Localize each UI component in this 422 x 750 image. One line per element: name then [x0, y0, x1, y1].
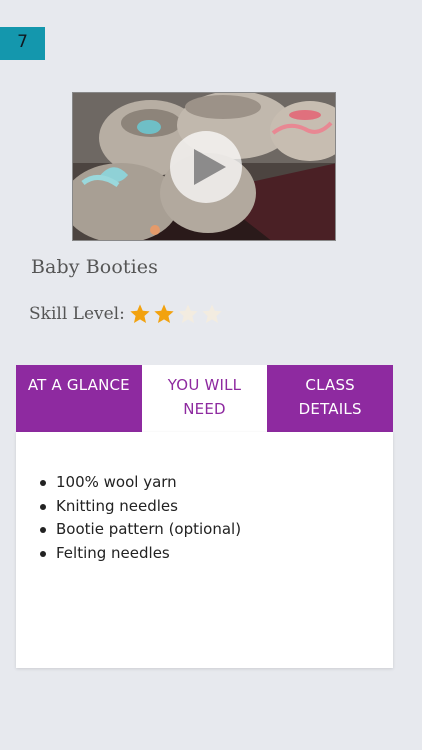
tab-you-will-need[interactable]: YOU WILL NEED — [141, 365, 268, 432]
video-thumbnail[interactable] — [72, 92, 336, 241]
tab-label: CLASS DETAILS — [298, 376, 362, 418]
page-number-badge: 7 — [0, 27, 45, 60]
star-empty-icon — [202, 304, 222, 323]
tab-class-details[interactable]: CLASS DETAILS — [267, 365, 393, 432]
play-icon — [194, 149, 226, 185]
you-will-need-panel: 100% wool yarn Knitting needles Bootie p… — [16, 432, 393, 668]
star-icon — [130, 304, 150, 323]
tab-label: AT A GLANCE — [27, 376, 130, 394]
page-number: 7 — [17, 31, 28, 52]
list-item: 100% wool yarn — [40, 471, 241, 495]
list-item: Felting needles — [40, 542, 241, 566]
skill-level-label: Skill Level: — [29, 304, 125, 324]
star-icon — [154, 304, 174, 323]
tab-label: YOU WILL NEED — [167, 376, 242, 418]
list-item: Bootie pattern (optional) — [40, 518, 241, 542]
star-empty-icon — [178, 304, 198, 323]
class-title: Baby Booties — [31, 256, 158, 278]
class-tabs: AT A GLANCE YOU WILL NEED CLASS DETAILS — [16, 365, 393, 432]
skill-level: Skill Level: — [29, 303, 223, 325]
tab-at-a-glance[interactable]: AT A GLANCE — [16, 365, 142, 432]
skill-rating — [129, 303, 223, 325]
supply-list: 100% wool yarn Knitting needles Bootie p… — [40, 471, 241, 565]
list-item: Knitting needles — [40, 495, 241, 519]
play-button[interactable] — [170, 131, 242, 203]
